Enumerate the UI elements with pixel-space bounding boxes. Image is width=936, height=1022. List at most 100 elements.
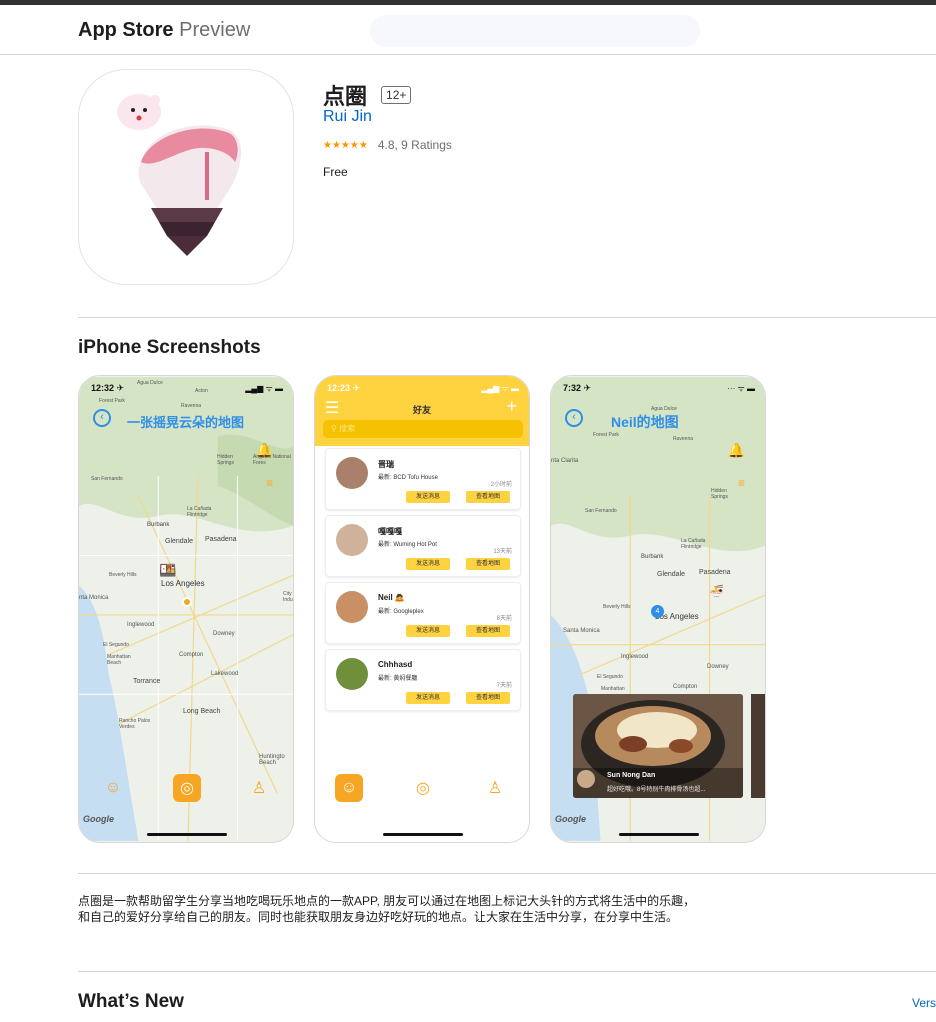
version-history-link[interactable]: Vers	[912, 996, 936, 1010]
search-icon: ⚲	[331, 424, 337, 433]
place-label: Lakewood	[211, 671, 239, 677]
filter-icon[interactable]: ≡	[266, 476, 273, 490]
place-label: Acton	[195, 388, 208, 394]
back-icon[interactable]: ‹	[93, 409, 111, 427]
place-label: La Cañada Flintridge	[681, 538, 706, 550]
send-message-button[interactable]: 发送消息	[406, 625, 450, 637]
status-icons: ▂▄▆ ᯤ ▬	[481, 384, 519, 393]
place-label: Compton	[673, 684, 698, 690]
app-description: 点圈是一款帮助留学生分享当地吃喝玩乐地点的一款APP, 朋友可以通过在地图上标记…	[78, 894, 696, 924]
screenshot-2[interactable]: 12:23 ✈ ▂▄▆ ᯤ ▬ ☰ 好友 + ⚲ 搜索 晋瑞 最新: BCD T…	[314, 375, 530, 843]
photo-caption: 超好吃哦。8号特别牛肉排骨汤也超...	[607, 787, 706, 793]
place-label: nta Monica	[79, 595, 109, 601]
place-label: Pasadena	[699, 569, 731, 576]
bell-icon[interactable]: 🔔	[728, 442, 745, 459]
map-title: 一张摇晃云朵的地图	[127, 415, 245, 430]
home-indicator	[619, 833, 699, 836]
place-label: Agua Dulce	[651, 406, 677, 412]
list-item[interactable]: Neil 🙇 最新: Googleplex 8天前 发送消息 查看地图	[325, 582, 521, 644]
screenshot-1[interactable]: 12:32 ✈ ▂▄▆ ᯤ ▬ ‹ 一张摇晃云朵的地图 🔔 ≡ 🍱 Agua D…	[78, 375, 294, 843]
list-item[interactable]: 晋瑞 最新: BCD Tofu House 2小时前 发送消息 查看地图	[325, 448, 521, 510]
avatar	[336, 457, 368, 489]
google-logo: Google	[555, 814, 586, 824]
app-store-brand[interactable]: App Store Preview	[78, 19, 250, 42]
friend-latest: 最新: 黄焖餐廳	[378, 676, 418, 682]
tab-map[interactable]: ◎	[173, 774, 201, 802]
tab-map[interactable]: ◎	[409, 774, 437, 802]
place-photo-card[interactable]: Sun Nong Dan 超好吃哦。8号特别牛肉排骨汤也超...	[573, 694, 743, 798]
app-title: 点圈 12+	[323, 79, 412, 111]
search-input[interactable]: ⚲ 搜索	[323, 420, 523, 438]
tab-friends[interactable]: ☺	[335, 774, 363, 802]
home-indicator	[383, 833, 463, 836]
friend-name: Chhhasd	[378, 660, 413, 669]
send-message-button[interactable]: 发送消息	[406, 491, 450, 503]
avatar	[336, 591, 368, 623]
app-icon	[78, 69, 294, 285]
place-label: Hidden Springs	[217, 454, 234, 466]
friends-icon: ☺	[340, 779, 358, 796]
place-label: Rancho Palos Verdes	[119, 718, 151, 730]
view-map-button[interactable]: 查看地图	[466, 491, 510, 503]
list-item[interactable]: Chhhasd 最新: 黄焖餐廳 7天前 发送消息 查看地图	[325, 649, 521, 711]
place-label: Downey	[213, 631, 235, 637]
emoji-icon: 🙇	[394, 593, 405, 602]
next-photo-card[interactable]	[751, 694, 765, 798]
food-pin-icon[interactable]: 🍜	[709, 584, 724, 598]
status-icons: ▂▄▆ ᯤ ▬	[245, 384, 283, 393]
filter-icon[interactable]: ≡	[738, 476, 745, 490]
rating-text: 4.8, 9 Ratings	[377, 138, 452, 152]
place-label: Manhattan Beach	[107, 654, 131, 666]
screenshots-heading: iPhone Screenshots	[78, 337, 261, 358]
cluster-badge[interactable]: 4	[651, 605, 664, 618]
place-label: Glendale	[657, 571, 686, 578]
friend-time: 13天前	[493, 549, 512, 555]
back-icon[interactable]: ‹	[565, 409, 583, 427]
send-message-button[interactable]: 发送消息	[406, 558, 450, 570]
food-pin-icon[interactable]: 🍱	[159, 562, 176, 579]
tab-friends[interactable]: ☺	[99, 774, 127, 802]
developer-link[interactable]: Rui Jin	[323, 108, 372, 126]
place-label: La Cañada Flintridge	[187, 506, 212, 518]
place-label: Burbank	[147, 522, 170, 528]
map-ring-icon: ◎	[416, 780, 430, 797]
rating-stars-icon: ★★★★★	[323, 139, 368, 151]
tab-profile[interactable]: ♙	[245, 774, 273, 802]
whats-new-heading: What’s New	[78, 991, 184, 1012]
profile-icon: ♙	[487, 780, 503, 797]
place-label: Hidden Springs	[711, 488, 728, 500]
place-label: El Segundo	[597, 674, 623, 680]
tab-profile[interactable]: ♙	[481, 774, 509, 802]
place-label: City Indu	[283, 591, 293, 603]
location-pin-icon[interactable]	[182, 597, 192, 607]
place-label: Compton	[179, 652, 204, 658]
place-label: Manhattan	[601, 686, 625, 692]
avatar	[336, 524, 368, 556]
add-icon[interactable]: +	[506, 396, 517, 417]
place-label: Ravenna	[673, 436, 694, 442]
view-map-button[interactable]: 查看地图	[466, 558, 510, 570]
map-title: Neil的地图	[611, 414, 679, 430]
place-label: Huntingto Beach	[259, 754, 285, 766]
list-item[interactable]: 嘎嘎嘎 最新: Wuming Hot Pot 13天前 发送消息 查看地图	[325, 515, 521, 577]
photo-place-name: Sun Nong Dan	[607, 772, 656, 779]
friends-header: 12:23 ✈ ▂▄▆ ᯤ ▬ ☰ 好友 + ⚲ 搜索	[315, 376, 529, 446]
place-label: Pasadena	[205, 536, 237, 543]
home-indicator	[147, 833, 227, 836]
view-map-button[interactable]: 查看地图	[466, 692, 510, 704]
place-label: Beverly Hills	[109, 572, 137, 578]
friend-name: Neil 🙇	[378, 593, 405, 602]
age-rating-badge: 12+	[381, 86, 412, 104]
status-time: 12:23 ✈	[327, 383, 361, 393]
price-label: Free	[323, 165, 348, 179]
place-label: San Fernando	[91, 476, 123, 482]
place-label: Long Beach	[183, 708, 221, 715]
place-label: nta Clarita	[551, 458, 579, 464]
view-map-button[interactable]: 查看地图	[466, 625, 510, 637]
friends-title: 好友	[412, 405, 431, 415]
avatar	[336, 658, 368, 690]
friend-time: 2小时前	[490, 482, 512, 488]
screenshot-3[interactable]: 7:32 ✈ ··· ᯤ ▬ ‹ Neil的地图 🔔 ≡ Agua Dulce …	[550, 375, 766, 843]
place-label: Forest Park	[99, 398, 125, 404]
send-message-button[interactable]: 发送消息	[406, 692, 450, 704]
